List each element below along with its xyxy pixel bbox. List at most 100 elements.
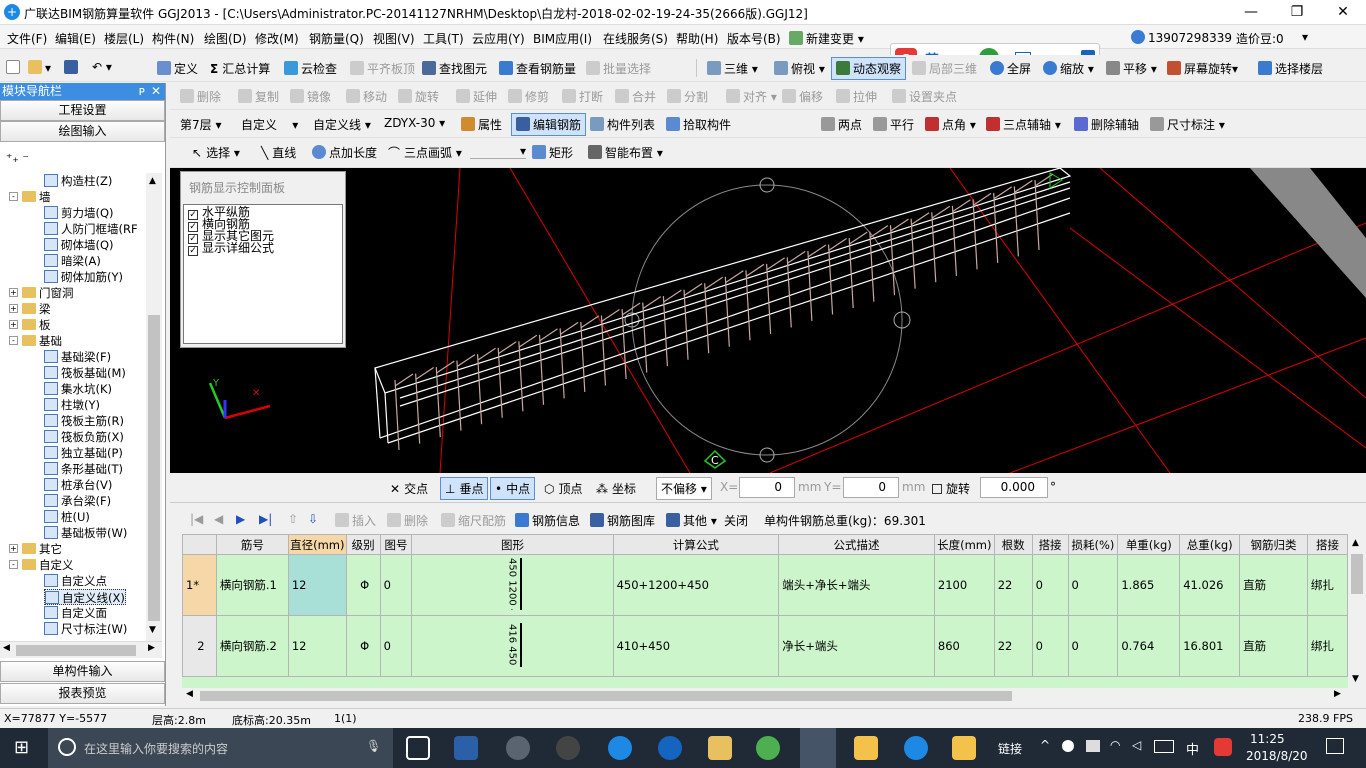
top-view-button[interactable]: 俯视 ▾: [774, 60, 825, 77]
stretch-button[interactable]: 拉伸: [836, 88, 877, 105]
cell-grade[interactable]: Φ: [345, 554, 381, 616]
snap-midpoint[interactable]: • 中点: [490, 477, 536, 500]
cell-figure-no[interactable]: 0: [379, 615, 413, 677]
cell-grade[interactable]: Φ: [345, 615, 381, 677]
point-plus-length-tool[interactable]: 点加长度: [312, 144, 377, 161]
tree-item[interactable]: 承台梁(F): [44, 493, 111, 509]
menu-edit[interactable]: 编辑(E): [55, 30, 96, 47]
taskbar-search-box[interactable]: 在这里输入你要搜索的内容 🎙: [48, 728, 393, 768]
user-account[interactable]: 13907298339: [1131, 30, 1232, 45]
snap-coordinate[interactable]: ⁂ 坐标: [596, 480, 636, 497]
break-button[interactable]: 打断: [562, 88, 603, 105]
cloud-check-button[interactable]: 云检查: [284, 60, 337, 77]
grid-hscrollbar[interactable]: ◀ ▶: [182, 688, 1348, 704]
snap-intersection[interactable]: ✕ 交点: [390, 480, 428, 497]
select-tool[interactable]: ↖ 选择 ▾: [192, 144, 240, 161]
cell-lap[interactable]: 0: [1031, 615, 1069, 677]
tray-chevron-icon[interactable]: ^: [1040, 738, 1050, 752]
collapse-icon[interactable]: -: [9, 560, 18, 569]
three-point-arc-tool[interactable]: ⌒ 三点画弧 ▾: [388, 144, 462, 161]
cell-loss[interactable]: 0: [1067, 554, 1119, 616]
find-element-button[interactable]: 查找图元: [422, 60, 487, 77]
rotate-input[interactable]: 0.000: [980, 477, 1048, 498]
tree-item[interactable]: + 板: [9, 317, 51, 333]
cell-length[interactable]: 860: [933, 615, 995, 677]
ie-icon[interactable]: [658, 736, 682, 760]
tree-item[interactable]: + 其它: [9, 541, 62, 557]
type-select[interactable]: 自定义线 ▾: [313, 116, 371, 133]
cell-category[interactable]: 直筋: [1239, 554, 1308, 616]
cell-formula[interactable]: 450+1200+450: [612, 554, 780, 616]
close-table-button[interactable]: 关闭: [724, 512, 748, 529]
view-rebar-qty-button[interactable]: 查看钢筋量: [499, 60, 576, 77]
ime-indicator[interactable]: 中: [1186, 739, 1199, 758]
align-button[interactable]: 对齐 ▾: [726, 88, 777, 105]
browser-icon[interactable]: [556, 736, 580, 760]
define-button[interactable]: 定义: [157, 60, 198, 77]
tree-item[interactable]: 构造柱(Z): [44, 173, 112, 189]
three-point-axis-button[interactable]: 三点辅轴 ▾: [986, 116, 1061, 133]
microphone-icon[interactable]: 🎙: [366, 739, 381, 753]
cell-lap-type[interactable]: 绑扎: [1306, 615, 1348, 677]
mirror-button[interactable]: 镜像: [290, 88, 331, 105]
extend-button[interactable]: 延伸: [456, 88, 497, 105]
more-icon[interactable]: ▾: [1302, 30, 1308, 44]
glodon-g-icon[interactable]: [904, 736, 928, 760]
cell-lap-type[interactable]: 绑扎: [1306, 554, 1348, 616]
clock-time[interactable]: 11:25: [1250, 732, 1285, 746]
cell-category[interactable]: 直筋: [1239, 615, 1308, 677]
element-select[interactable]: ZDYX-30 ▾: [384, 116, 445, 130]
option-show-detail-formula[interactable]: ✓ 显示详细公式: [188, 242, 274, 256]
canvas-3d-view[interactable]: C Y ✕: [170, 168, 1366, 473]
floor-select[interactable]: 第7层 ▾: [180, 116, 221, 133]
menu-new-change[interactable]: 新建变更 ▾: [789, 30, 864, 47]
glodon-active-task-icon[interactable]: [800, 728, 836, 768]
fullscreen-button[interactable]: 全屏: [990, 60, 1031, 77]
cell-lap[interactable]: 0: [1031, 554, 1069, 616]
offset-select[interactable]: 不偏移 ▾: [656, 477, 712, 500]
rebar-info-button[interactable]: 钢筋信息: [515, 512, 580, 529]
green-app-icon[interactable]: [756, 736, 780, 760]
expand-all-icon[interactable]: ⁺₊ ⁻: [6, 151, 29, 165]
rectangle-tool[interactable]: 矩形: [532, 144, 573, 161]
cell-desc[interactable]: 端头+净长+端头: [778, 554, 935, 616]
expand-icon[interactable]: +: [9, 320, 18, 329]
x-input[interactable]: 0: [739, 477, 795, 498]
rotate-checkbox[interactable]: 旋转: [932, 480, 970, 497]
cell-desc[interactable]: 净长+端头: [778, 615, 935, 677]
properties-button[interactable]: 属性: [461, 116, 502, 133]
edge-blue-icon[interactable]: [608, 736, 632, 760]
next-record-button[interactable]: ▶: [236, 512, 245, 526]
element-list-button[interactable]: 构件列表: [590, 116, 655, 133]
link-label[interactable]: 链接: [998, 740, 1022, 757]
tree-item[interactable]: 砌体加筋(Y): [44, 269, 123, 285]
arc-option-select[interactable]: ▾: [470, 144, 526, 159]
insert-row-button[interactable]: 插入: [335, 512, 376, 529]
drawing-input-button[interactable]: 绘图输入: [0, 121, 165, 142]
parallel-axis-button[interactable]: 平行: [873, 116, 914, 133]
notes-icon[interactable]: [854, 736, 878, 760]
delete-row-button[interactable]: 删除: [387, 512, 428, 529]
tree-hscrollbar[interactable]: ◀ ▶: [0, 641, 162, 658]
grid-vscrollbar[interactable]: ▲ ▼: [1348, 534, 1366, 688]
rotate-button[interactable]: 旋转: [398, 88, 439, 105]
tray-battery-icon[interactable]: [1086, 740, 1100, 752]
tree-item[interactable]: 自定义面: [44, 605, 107, 621]
batch-select-button[interactable]: 批量选择: [586, 60, 651, 77]
snap-vertex[interactable]: ⬡ 顶点: [544, 480, 583, 497]
tree-item[interactable]: 砌体墙(Q): [44, 237, 114, 253]
merge-button[interactable]: 合并: [615, 88, 656, 105]
two-point-axis-button[interactable]: 两点: [821, 116, 862, 133]
prev-record-button[interactable]: ◀: [214, 512, 223, 526]
screen-rotate-button[interactable]: 屏幕旋转▾: [1167, 60, 1238, 77]
menu-online[interactable]: 在线服务(S): [603, 30, 668, 47]
menu-view[interactable]: 视图(V): [373, 30, 415, 47]
single-element-input-button[interactable]: 单构件输入: [0, 661, 165, 682]
tree-item[interactable]: 人防门框墙(RF: [44, 221, 138, 237]
cell-loss[interactable]: 0: [1067, 615, 1119, 677]
pan-button[interactable]: 平移 ▾: [1106, 60, 1157, 77]
y-input[interactable]: 0: [843, 477, 899, 498]
trim-button[interactable]: 修剪: [508, 88, 549, 105]
collapse-icon[interactable]: -: [9, 336, 18, 345]
line-tool[interactable]: ╲ 直线: [261, 144, 296, 161]
